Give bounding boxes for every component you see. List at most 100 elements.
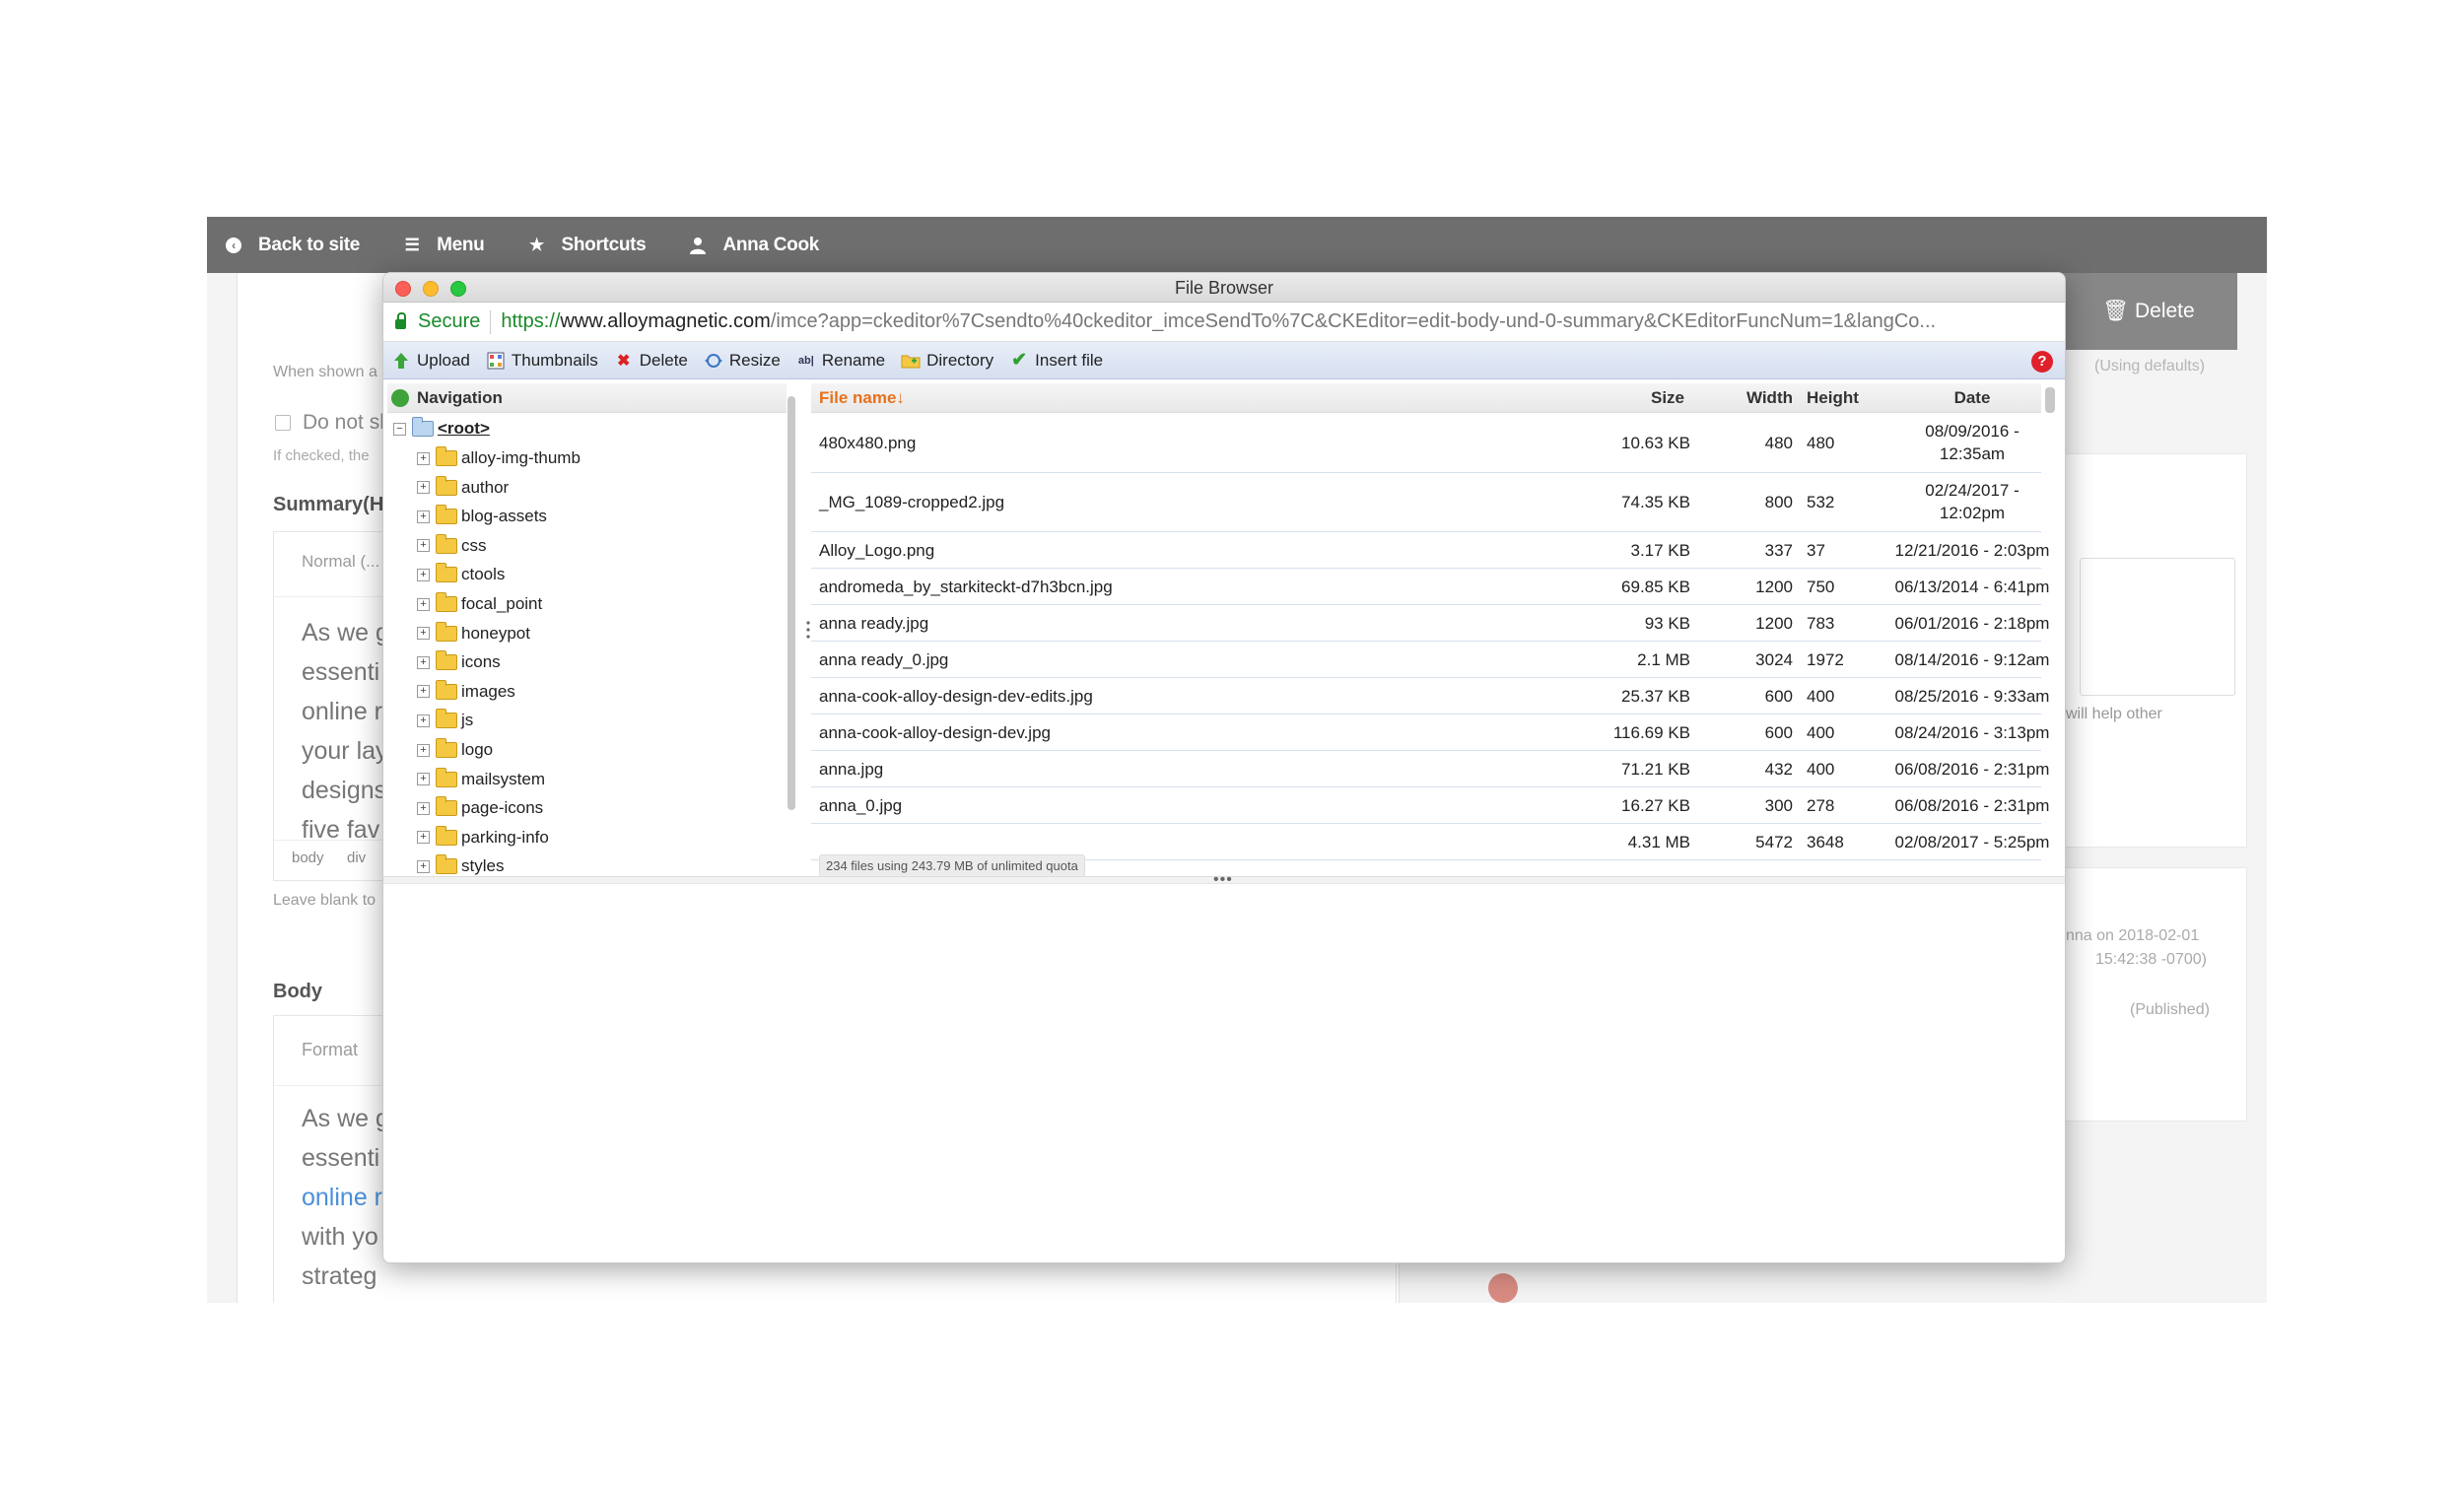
summary-format-select[interactable]: Normal (... — [302, 552, 379, 572]
expand-toggle-icon[interactable]: + — [417, 510, 430, 523]
size-column-header[interactable]: Size — [1651, 383, 1684, 413]
file-row[interactable]: anna ready.jpg 93 KB 1200 783 06/01/2016 - 2… — [811, 605, 2049, 642]
file-size: 16.27 KB — [1621, 795, 1690, 815]
sidebar-textarea[interactable] — [2080, 558, 2235, 696]
file-name: 480x480.png — [819, 434, 917, 452]
file-row[interactable]: anna_0.jpg 16.27 KB 300 278 06/08/2016 - 2:3… — [811, 787, 2049, 824]
do-not-checkbox[interactable] — [275, 415, 291, 431]
tree-folder[interactable]: + styles — [417, 851, 504, 876]
file-width: 300 — [1764, 795, 1793, 815]
expand-toggle-icon[interactable]: + — [417, 773, 430, 786]
file-row[interactable]: andromeda_by_starkiteckt-d7h3bcn.jpg 69.8… — [811, 569, 2049, 605]
navigation-globe-icon — [391, 388, 409, 407]
path-div[interactable]: div — [347, 850, 366, 866]
quota-status: 234 files using 243.79 MB of unlimited q… — [819, 854, 1085, 876]
url-separator — [490, 309, 492, 334]
tree-folder[interactable]: + images — [417, 677, 515, 707]
expand-toggle-icon[interactable]: + — [417, 655, 430, 669]
file-width: 800 — [1764, 493, 1793, 511]
rename-icon: ab| — [797, 354, 814, 367]
back-arrow-icon: ‹ — [225, 237, 242, 254]
file-row[interactable]: Alloy_Logo.png 3.17 KB 337 37 12/21/2016 - 2… — [811, 532, 2049, 569]
expand-toggle-icon[interactable]: + — [417, 859, 430, 873]
imce-operations-bar: Upload Thumbnails ✖ Delete Resize ab| Re… — [383, 342, 2065, 379]
expand-toggle-icon[interactable]: + — [417, 539, 430, 553]
shortcuts-link[interactable]: ★ Shortcuts — [527, 235, 647, 256]
rename-button[interactable]: ab| Rename — [796, 351, 885, 371]
address-bar[interactable]: Secure https:// www.alloymagnetic.com /i… — [383, 303, 2065, 342]
folder-icon — [436, 679, 457, 700]
file-row[interactable]: anna-cook-alloy-design-dev-edits.jpg 25.3… — [811, 678, 2049, 714]
expand-toggle-icon[interactable]: + — [417, 801, 430, 815]
height-column-header[interactable]: Height — [1807, 383, 1859, 413]
file-date: 06/13/2014 - 6:41pm — [1894, 577, 2050, 596]
folder-icon — [436, 709, 457, 729]
expand-toggle-icon[interactable]: + — [417, 627, 430, 641]
file-date: 06/08/2016 - 2:31pm — [1894, 759, 2050, 779]
navigation-scrollbar[interactable] — [787, 396, 795, 810]
secure-indicator[interactable]: Secure — [395, 310, 480, 333]
insert-file-button[interactable]: ✔ Insert file — [1009, 350, 1103, 371]
expand-toggle-icon[interactable]: + — [417, 568, 430, 581]
directory-button[interactable]: Directory — [901, 351, 993, 371]
file-width: 337 — [1764, 540, 1793, 560]
body-prose-link[interactable]: online r — [302, 1178, 389, 1217]
delete-file-button[interactable]: ✖ Delete — [614, 351, 688, 371]
expand-toggle-icon[interactable]: + — [417, 481, 430, 495]
user-link[interactable]: Anna Cook — [689, 235, 819, 256]
delete-button[interactable]: 🗑 Delete — [2060, 273, 2237, 350]
tree-folder[interactable]: + js — [417, 706, 473, 735]
tree-folder[interactable]: + honeypot — [417, 619, 530, 648]
file-row[interactable]: _MG_1089-cropped2.jpg 74.35 KB 800 532 02/24… — [811, 473, 2041, 532]
expand-toggle-icon[interactable]: + — [417, 743, 430, 757]
tree-folder[interactable]: + icons — [417, 647, 501, 677]
tree-folder[interactable]: + alloy-img-thumb — [417, 443, 581, 473]
file-row[interactable]: anna ready_0.jpg 2.1 MB 3024 1972 08/14/2016… — [811, 642, 2049, 678]
file-size: 4.31 MB — [1627, 832, 1690, 851]
revision-author-text: nna on 2018-02-01 — [2066, 927, 2200, 944]
file-list-panel: File name↓ Size Width Height Date 480x48… — [811, 383, 2059, 876]
filename-column-header[interactable]: File name↓ — [819, 383, 905, 413]
thumbnails-button[interactable]: Thumbnails — [486, 351, 598, 371]
path-body[interactable]: body — [292, 850, 324, 866]
file-size: 3.17 KB — [1630, 540, 1691, 560]
menu-link[interactable]: ☰ Menu — [403, 235, 485, 256]
expand-toggle-icon[interactable]: + — [417, 831, 430, 845]
tree-folder[interactable]: + logo — [417, 735, 493, 765]
expand-toggle-icon[interactable]: + — [417, 685, 430, 699]
url-path: /imce?app=ckeditor%7Csendto%40ckeditor_i… — [770, 310, 1937, 332]
expand-toggle-icon[interactable]: + — [417, 451, 430, 465]
tree-folder[interactable]: + mailsystem — [417, 765, 545, 794]
file-row[interactable]: anna-cook-alloy-design-dev.jpg 116.69 KB 6… — [811, 714, 2049, 751]
file-date: 08/25/2016 - 9:33am — [1894, 686, 2050, 706]
file-width: 600 — [1764, 686, 1793, 706]
file-row[interactable]: 480x480.png 10.63 KB 480 480 08/09/2016 - 12:… — [811, 414, 2041, 473]
tree-folder[interactable]: + author — [417, 473, 509, 503]
tree-folder[interactable]: + parking-info — [417, 823, 549, 852]
resize-button[interactable]: Resize — [704, 351, 781, 371]
expand-toggle-icon[interactable]: + — [417, 597, 430, 611]
file-row[interactable]: anna.jpg 71.21 KB 432 400 06/08/2016 - 2:31p… — [811, 751, 2049, 787]
body-format-select[interactable]: Format — [302, 1040, 358, 1060]
tree-folder[interactable]: + page-icons — [417, 793, 543, 823]
date-column-header[interactable]: Date — [1883, 383, 2059, 413]
folder-icon — [436, 563, 457, 583]
tree-folder[interactable]: + focal_point — [417, 589, 542, 619]
width-column-header[interactable]: Width — [1714, 383, 1793, 413]
notification-badge[interactable] — [1488, 1273, 1518, 1303]
navigation-header: Navigation — [387, 383, 787, 413]
horizontal-splitter[interactable]: ••• — [383, 871, 2065, 888]
tree-root[interactable]: − <root> — [393, 414, 490, 443]
summary-label: Summary(H — [273, 494, 384, 515]
screen: ‹ Back to site ☰ Menu ★ Shortcuts Anna C… — [0, 0, 2464, 1497]
collapse-toggle-icon[interactable]: − — [393, 422, 406, 436]
upload-button[interactable]: Upload — [391, 351, 470, 371]
expand-toggle-icon[interactable]: + — [417, 714, 430, 727]
file-list-scrollbar[interactable] — [2045, 387, 2055, 413]
resize-icon — [704, 351, 723, 371]
help-icon[interactable]: ? — [2031, 351, 2053, 373]
tree-folder[interactable]: + ctools — [417, 560, 505, 589]
tree-folder[interactable]: + blog-assets — [417, 502, 547, 531]
back-to-site-link[interactable]: ‹ Back to site — [225, 235, 360, 256]
tree-folder[interactable]: + css — [417, 531, 487, 561]
